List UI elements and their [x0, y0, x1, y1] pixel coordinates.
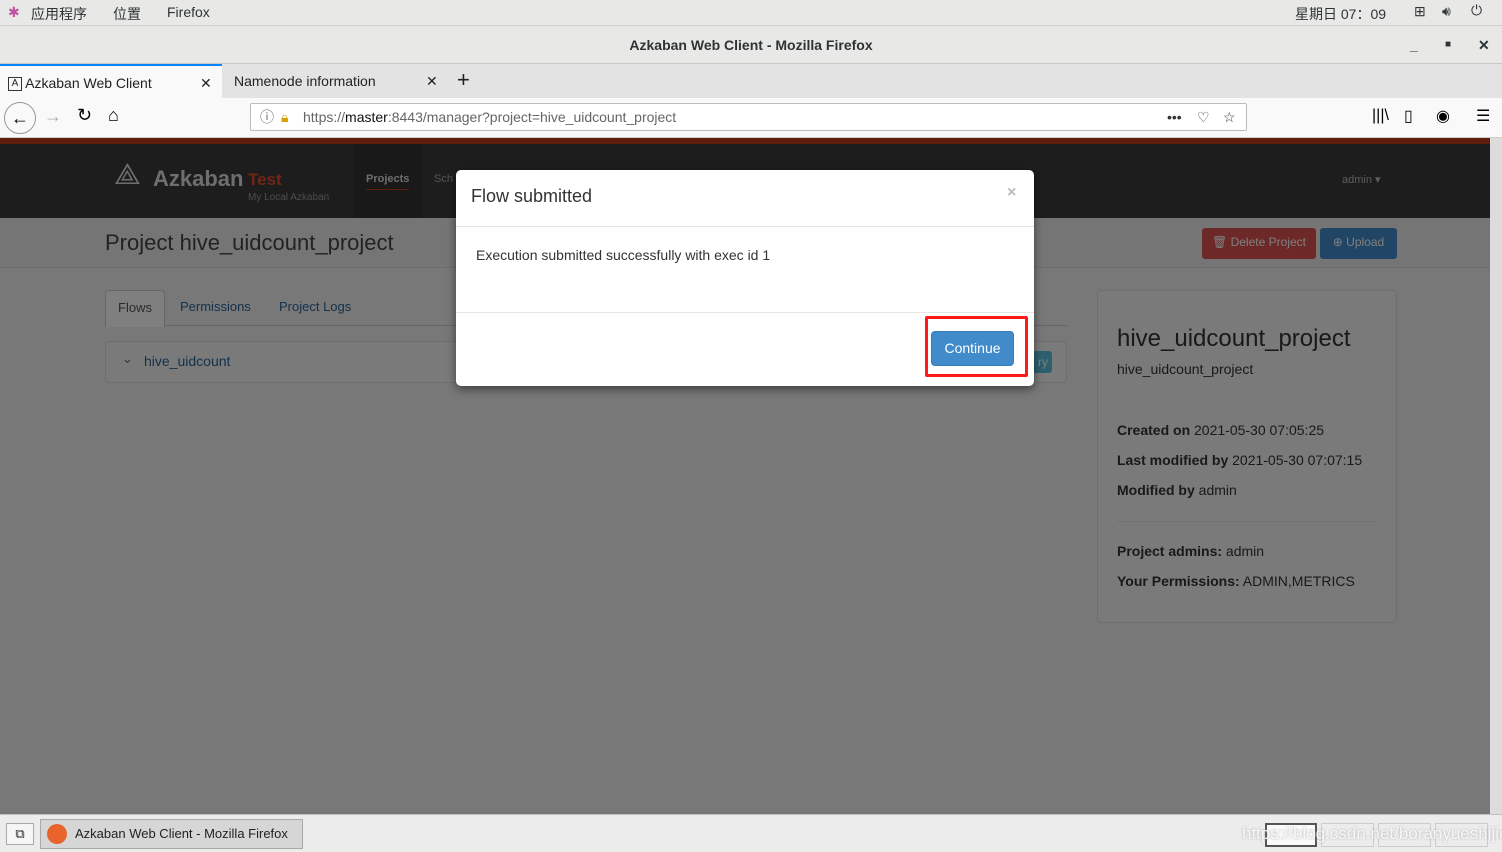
tab-label: Azkaban Web Client: [25, 75, 152, 91]
window-title: Azkaban Web Client - Mozilla Firefox: [629, 37, 873, 53]
power-icon[interactable]: ⏻: [1471, 2, 1482, 19]
continue-button[interactable]: Continue: [931, 331, 1014, 366]
page-actions-icon[interactable]: •••: [1167, 104, 1182, 130]
new-tab-icon[interactable]: +: [457, 67, 470, 93]
flow-submitted-modal: Flow submitted × Execution submitted suc…: [456, 170, 1034, 386]
taskbar: ⧉ Azkaban Web Client - Mozilla Firefox h…: [0, 814, 1502, 852]
apps-menu[interactable]: 应用程序: [31, 4, 87, 24]
window-title-bar: Azkaban Web Client - Mozilla Firefox _ ■…: [0, 26, 1502, 64]
system-top-bar: ✱ 应用程序 位置 Firefox 星期日 07：09 ⊞ 🔊︎ ⏻: [0, 0, 1502, 26]
maximize-icon[interactable]: ■: [1445, 26, 1451, 64]
url-host: master: [345, 109, 388, 125]
modal-message: Execution submitted successfully with ex…: [476, 247, 771, 263]
taskbar-window-label: Azkaban Web Client - Mozilla Firefox: [75, 826, 288, 841]
network-icon[interactable]: ⊞: [1414, 3, 1426, 20]
close-tab-icon[interactable]: ✕: [200, 66, 212, 100]
back-icon[interactable]: ←: [4, 102, 36, 134]
app-menu[interactable]: Firefox: [167, 4, 210, 20]
azkaban-favicon-icon: A: [8, 77, 22, 92]
tab-azkaban[interactable]: A Azkaban Web Client ✕: [0, 64, 222, 98]
sidebar-icon[interactable]: ▯: [1404, 106, 1413, 126]
close-tab-icon[interactable]: ✕: [426, 64, 438, 98]
pocket-icon[interactable]: ♡: [1197, 104, 1210, 130]
bookmark-star-icon[interactable]: ☆: [1223, 104, 1236, 130]
insecure-lock-icon[interactable]: 🔒︎: [281, 104, 288, 130]
tab-strip: A Azkaban Web Client ✕ Namenode informat…: [0, 64, 1502, 98]
firefox-icon: [47, 824, 67, 844]
home-icon[interactable]: ⌂: [108, 105, 119, 126]
watermark: https://blog.csdn.net/boranyueshijie: [1242, 824, 1502, 843]
menu-icon[interactable]: ☰: [1476, 106, 1490, 126]
places-menu[interactable]: 位置: [113, 4, 141, 24]
show-desktop-icon[interactable]: ⧉: [6, 823, 34, 845]
account-icon[interactable]: ◉: [1436, 106, 1450, 126]
modal-close-icon[interactable]: ×: [1007, 184, 1016, 202]
volume-icon[interactable]: 🔊︎: [1442, 3, 1451, 20]
clock[interactable]: 星期日 07：09: [1295, 4, 1386, 24]
tab-namenode[interactable]: Namenode information ✕: [226, 64, 448, 98]
url-path: :8443/manager?project=hive_uidcount_proj…: [387, 109, 677, 125]
tab-label: Namenode information: [234, 73, 376, 89]
url-bar[interactable]: ⓘ 🔒︎ https://master:8443/manager?project…: [250, 103, 1247, 131]
navigation-toolbar: ← → ↻ ⌂ ⓘ 🔒︎ https://master:8443/manager…: [0, 98, 1502, 138]
forward-icon[interactable]: →: [44, 106, 62, 127]
scrollbar[interactable]: [1490, 138, 1502, 814]
taskbar-window-button[interactable]: Azkaban Web Client - Mozilla Firefox: [40, 819, 303, 849]
close-window-icon[interactable]: ✕: [1478, 26, 1490, 64]
modal-title: Flow submitted: [471, 186, 593, 206]
apps-icon: ✱: [8, 4, 20, 20]
reload-icon[interactable]: ↻: [77, 105, 92, 126]
url-scheme: https://: [303, 109, 346, 125]
library-icon[interactable]: |||\: [1372, 107, 1389, 125]
minimize-icon[interactable]: _: [1410, 26, 1418, 64]
info-icon[interactable]: ⓘ: [260, 104, 274, 130]
